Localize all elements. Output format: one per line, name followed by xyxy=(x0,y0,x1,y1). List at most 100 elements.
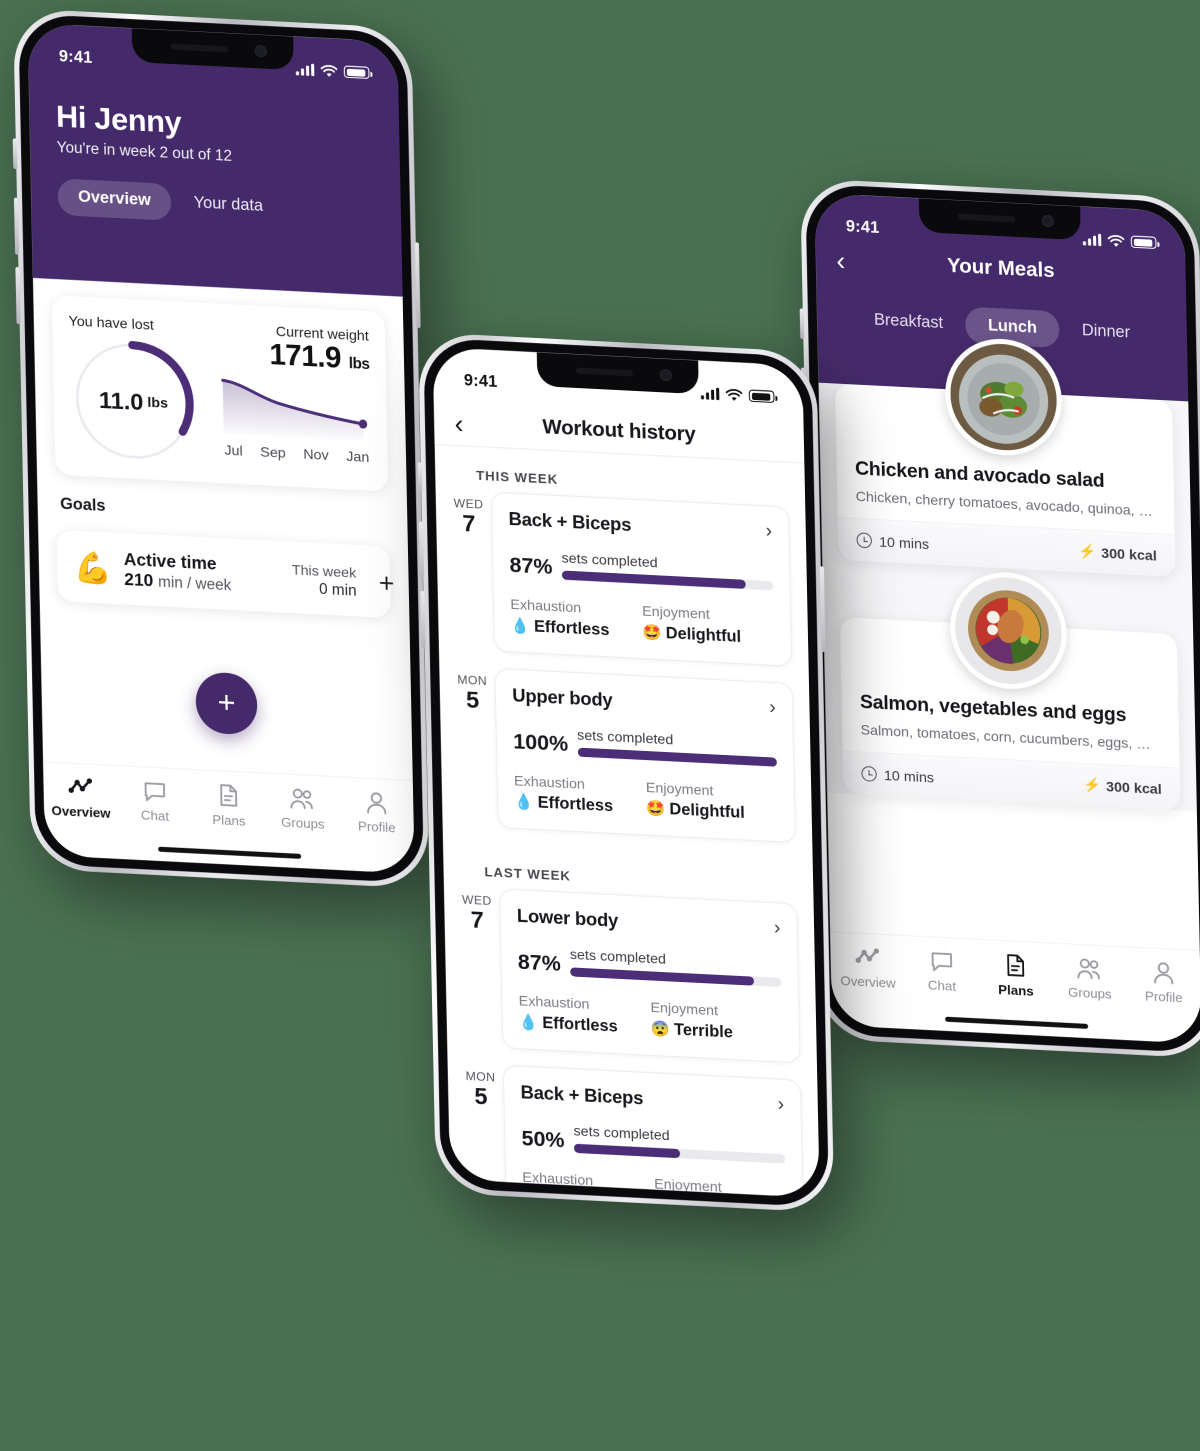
workout-card-head: Back + Biceps › xyxy=(508,508,772,544)
mute-switch[interactable] xyxy=(799,308,805,340)
salad-photo-svg xyxy=(949,341,1058,453)
meal-card[interactable]: Salmon, vegetables and eggs Salmon, toma… xyxy=(839,569,1181,811)
month-label: Nov xyxy=(303,445,329,464)
goal-card-active-time[interactable]: 💪 Active time 210 min / week This week 0… xyxy=(56,529,395,618)
enjoyment-block: Enjoyment 😨 Terrible xyxy=(650,999,783,1045)
workout-name: Back + Biceps xyxy=(520,1081,644,1108)
tab-groups[interactable]: Groups xyxy=(268,786,336,832)
workout-percent: 50% xyxy=(521,1126,565,1153)
person-icon xyxy=(366,792,387,815)
earpiece-speaker xyxy=(170,43,229,53)
exhaustion-block: Exhaustion xyxy=(522,1169,654,1192)
volume-down-button[interactable] xyxy=(15,266,21,325)
water-drop-emoji: 💧 xyxy=(514,793,534,812)
workout-progress-main: sets completed xyxy=(561,549,774,591)
tab-your-data[interactable]: Your data xyxy=(179,184,278,226)
clock-icon xyxy=(861,765,877,782)
workout-card-head: Back + Biceps › xyxy=(520,1081,784,1117)
workout-feelings: Exhaustion 💧 Effortless Enjoyment 🤩 Deligh… xyxy=(514,772,778,825)
chevron-right-icon[interactable]: › xyxy=(765,521,772,544)
tab-overview[interactable]: Overview xyxy=(57,178,172,221)
status-time: 9:41 xyxy=(845,218,880,238)
tab-label: Groups xyxy=(1067,984,1112,1002)
enjoyment-block: Enjoyment 🤩 Delightful xyxy=(646,779,779,825)
enjoyment-value-row: 🤩 Delightful xyxy=(646,799,778,825)
enjoyment-block: Enjoyment 🤩 Delightful xyxy=(642,602,775,648)
workout-list: THIS WEEK WED 7 Back + Biceps › 87% sets… xyxy=(435,445,820,1198)
current-weight-block: Current weight 171.9 lbs Jul Sep Nov Jan xyxy=(220,320,372,476)
workout-date: WED 7 xyxy=(446,489,492,537)
enjoyment-value: Delightful xyxy=(669,801,746,823)
workout-progress-main: sets completed xyxy=(570,946,782,988)
tab-profile[interactable]: Profile xyxy=(342,790,410,836)
tab-groups[interactable]: Groups xyxy=(1055,956,1123,1002)
lightning-bolt-icon: ⚡ xyxy=(1082,776,1102,794)
chevron-right-icon[interactable]: › xyxy=(774,917,781,940)
overview-tabs: Overview Your data xyxy=(57,178,374,231)
tab-plans[interactable]: Plans xyxy=(981,952,1049,999)
tab-overview[interactable]: Overview xyxy=(834,945,902,991)
front-camera xyxy=(1041,214,1055,228)
meal-tab-dinner[interactable]: Dinner xyxy=(1067,312,1145,353)
exhaustion-label: Exhaustion xyxy=(518,992,590,1013)
water-drop-emoji: 💧 xyxy=(510,616,531,636)
workout-card-head: Lower body › xyxy=(517,904,781,940)
add-fab-button[interactable]: + xyxy=(195,671,258,736)
workout-feelings: Exhaustion 💧 Effortless Enjoyment 🤩 Deligh… xyxy=(510,595,774,648)
mute-switch[interactable] xyxy=(12,138,18,170)
volume-up-button[interactable] xyxy=(13,197,20,255)
workout-row: MON 5 Back + Biceps › 50% sets completed… xyxy=(448,1062,820,1198)
workout-card[interactable]: Upper body › 100% sets completed Exhaust… xyxy=(494,667,796,844)
tab-profile[interactable]: Profile xyxy=(1129,960,1197,1006)
flexed-biceps-emoji: 💪 xyxy=(73,550,113,587)
goals-heading: Goals xyxy=(59,495,106,515)
meal-tab-breakfast[interactable]: Breakfast xyxy=(859,301,957,343)
exhaustion-value: Effortless xyxy=(533,618,610,640)
workout-card[interactable]: Back + Biceps › 87% sets completed Exhau… xyxy=(490,491,793,667)
earpiece-speaker xyxy=(575,367,634,377)
enjoyment-value: Delightful xyxy=(665,624,742,646)
tab-overview[interactable]: Overview xyxy=(47,775,115,821)
volume-up-button[interactable] xyxy=(418,521,425,579)
power-button[interactable] xyxy=(414,242,421,329)
chevron-right-icon[interactable]: › xyxy=(769,697,776,720)
activity-chart-icon xyxy=(68,778,93,793)
volume-down-button[interactable] xyxy=(420,590,426,649)
wifi-icon xyxy=(725,388,743,401)
workout-card[interactable]: Back + Biceps › 50% sets completed Exhau… xyxy=(502,1064,804,1198)
add-goal-entry-button[interactable]: + xyxy=(368,566,395,599)
workout-progress: 87% sets completed xyxy=(518,943,782,988)
meal-calories-text: 300 kcal xyxy=(1105,777,1162,797)
enjoyment-value: Terrible xyxy=(673,1021,734,1042)
meals-list: Chicken and avocado salad Chicken, cherr… xyxy=(818,336,1197,812)
people-group-icon xyxy=(1077,958,1101,980)
goal-progress-block: This week 0 min xyxy=(292,560,357,599)
mute-switch[interactable] xyxy=(417,462,423,494)
chevron-right-icon[interactable]: › xyxy=(777,1094,784,1117)
document-icon xyxy=(1007,954,1025,977)
star-struck-emoji: 🤩 xyxy=(642,623,662,642)
workout-row: WED 7 Back + Biceps › 87% sets completed… xyxy=(436,489,809,668)
workout-date: MON 5 xyxy=(449,666,495,714)
workout-card[interactable]: Lower body › 87% sets completed Exhausti… xyxy=(499,888,801,1064)
goal-text-block: Active time 210 min / week xyxy=(124,549,281,598)
meal-card[interactable]: Chicken and avocado salad Chicken, cherr… xyxy=(834,336,1176,578)
weight-sparkline-chart xyxy=(221,372,371,443)
current-weight-value: 171.9 xyxy=(269,338,342,376)
workout-daynum: 7 xyxy=(462,509,476,537)
meal-calories-text: 300 kcal xyxy=(1100,544,1157,564)
current-weight-unit: lbs xyxy=(348,355,370,374)
meal-calories: ⚡ 300 kcal xyxy=(1083,776,1162,797)
front-camera xyxy=(659,368,673,382)
lightning-bolt-icon: ⚡ xyxy=(1078,542,1097,560)
activity-chart-icon xyxy=(855,948,880,963)
tab-label: Plans xyxy=(212,811,246,829)
tab-chat[interactable]: Chat xyxy=(908,948,976,994)
weight-lost-block: You have lost 11.0 lbs xyxy=(68,312,212,468)
exhaustion-value: Effortless xyxy=(542,1014,618,1036)
wifi-icon xyxy=(1107,234,1125,247)
weight-stats-card[interactable]: You have lost 11.0 lbs Current weight 17… xyxy=(51,295,389,492)
tab-chat[interactable]: Chat xyxy=(121,778,189,824)
month-label: Jul xyxy=(224,441,243,459)
tab-plans[interactable]: Plans xyxy=(194,782,262,829)
